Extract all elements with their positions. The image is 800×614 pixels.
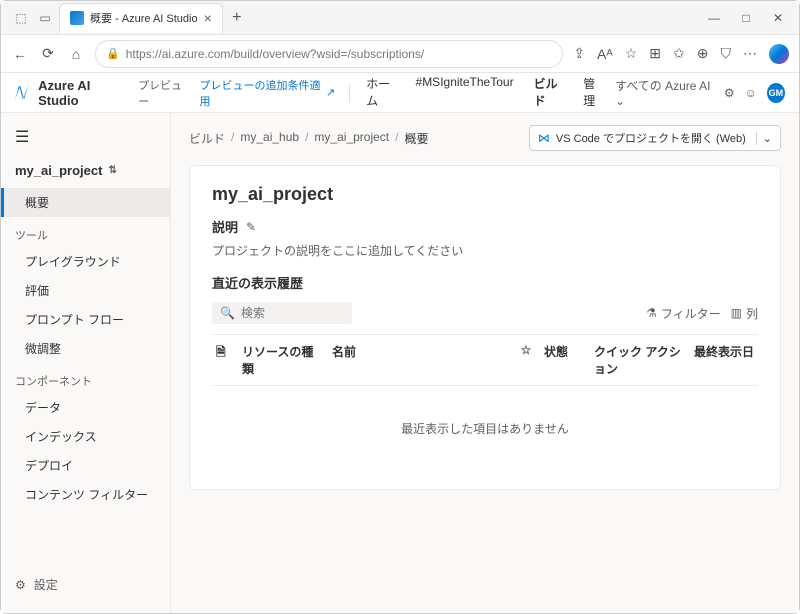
description-placeholder: プロジェクトの説明をここに追加してください	[212, 242, 758, 259]
col-star-icon[interactable]: ☆	[518, 343, 534, 377]
crumb-project[interactable]: my_ai_project	[314, 130, 389, 147]
tab-title: 概要 - Azure AI Studio	[90, 10, 198, 26]
sidebar-item-playground[interactable]: プレイグラウンド	[1, 247, 170, 276]
search-icon: 🔍	[220, 306, 235, 320]
preview-terms-link[interactable]: プレビューの追加条件適用 ↗	[199, 77, 335, 109]
gear-icon: ⚙	[15, 578, 26, 592]
app-title: Azure AI Studio	[38, 78, 128, 108]
breadcrumb: ビルド / my_ai_hub / my_ai_project / 概要	[189, 130, 428, 147]
url-bar[interactable]: 🔒	[95, 40, 563, 68]
refresh-button[interactable]: ⟳	[39, 45, 57, 62]
sidebar-item-data[interactable]: データ	[1, 393, 170, 422]
description-label: 説明	[212, 217, 238, 236]
tabs-icon[interactable]: ▭	[37, 10, 53, 26]
vscode-button-label: VS Code でプロジェクトを開く (Web)	[556, 130, 746, 146]
preview-terms-label: プレビューの追加条件適用	[199, 77, 322, 109]
maximize-button[interactable]: □	[739, 11, 753, 25]
crumb-overview: 概要	[404, 130, 428, 147]
vscode-icon: ⋈	[538, 131, 550, 145]
recent-history-label: 直近の表示履歴	[212, 273, 758, 292]
settings-gear-icon[interactable]: ⚙	[724, 86, 735, 100]
tab-favicon-icon	[70, 11, 84, 25]
project-name-label: my_ai_project	[15, 163, 102, 178]
page-title: my_ai_project	[212, 184, 758, 205]
sidebar: ☰ my_ai_project ⇅ 概要 ツール プレイグラウンド 評価 プロン…	[1, 113, 171, 613]
more-icon[interactable]: ⋯	[743, 45, 757, 62]
collections-icon[interactable]: ⊕	[697, 45, 709, 62]
sidebar-settings[interactable]: ⚙ 設定	[1, 566, 170, 603]
workspace-icon[interactable]: ⬚	[13, 10, 29, 26]
sidebar-section-tools: ツール	[1, 217, 170, 247]
sidebar-item-deploy[interactable]: デプロイ	[1, 451, 170, 480]
col-state[interactable]: 状態	[544, 343, 584, 377]
chevron-down-icon[interactable]: ⌄	[756, 132, 772, 145]
breadcrumb-sep: /	[395, 130, 398, 147]
sidebar-item-contentfilter[interactable]: コンテンツ フィルター	[1, 480, 170, 509]
col-quick-action[interactable]: クイック アクション	[594, 343, 684, 377]
external-link-icon: ↗	[326, 86, 335, 99]
file-icon: 🗎	[216, 343, 232, 377]
content-area: ビルド / my_ai_hub / my_ai_project / 概要 ⋈ V…	[171, 113, 799, 613]
star-icon[interactable]: ☆	[625, 45, 638, 62]
columns-button[interactable]: ▥ 列	[731, 305, 758, 322]
browser-titlebar: ⬚ ▭ 概要 - Azure AI Studio × + — □ ✕	[1, 1, 799, 35]
columns-icon: ▥	[731, 306, 742, 320]
crumb-hub[interactable]: my_ai_hub	[240, 130, 299, 147]
browser-shield-icon[interactable]: ⛉	[721, 45, 732, 62]
read-aloud-icon[interactable]: Aᴬ	[597, 46, 613, 62]
url-input[interactable]	[126, 47, 553, 61]
workspace-selector[interactable]: すべての Azure AI ⌄	[615, 77, 714, 108]
workspace-label: すべての Azure AI	[615, 79, 710, 93]
back-button[interactable]: ←	[11, 46, 29, 62]
col-type[interactable]: リソースの種類	[242, 343, 322, 377]
col-last-shown[interactable]: 最終表示日	[694, 343, 754, 377]
filter-label: フィルター	[661, 305, 721, 322]
sidebar-item-indexes[interactable]: インデックス	[1, 422, 170, 451]
preview-badge: プレビュー	[138, 77, 189, 109]
sidebar-item-promptflow[interactable]: プロンプト フロー	[1, 305, 170, 334]
hamburger-icon[interactable]: ☰	[15, 127, 29, 147]
sidebar-project-name[interactable]: my_ai_project ⇅	[1, 157, 170, 188]
open-in-vscode-button[interactable]: ⋈ VS Code でプロジェクトを開く (Web) ⌄	[529, 125, 781, 151]
edit-icon[interactable]: ✎	[246, 220, 256, 234]
table-header: 🗎 リソースの種類 名前 ☆ 状態 クイック アクション 最終表示日	[212, 334, 758, 386]
main-layout: ☰ my_ai_project ⇅ 概要 ツール プレイグラウンド 評価 プロン…	[1, 113, 799, 613]
sidebar-section-components: コンポーネント	[1, 363, 170, 393]
new-tab-button[interactable]: +	[223, 9, 251, 27]
overview-card: my_ai_project 説明 ✎ プロジェクトの説明をここに追加してください…	[189, 165, 781, 490]
table-toolbar: 🔍 ⚗ フィルター ▥ 列	[212, 302, 758, 324]
columns-label: 列	[746, 305, 758, 322]
close-window-button[interactable]: ✕	[771, 11, 785, 25]
browser-tab[interactable]: 概要 - Azure AI Studio ×	[59, 3, 223, 33]
sidebar-item-evaluation[interactable]: 評価	[1, 276, 170, 305]
sidebar-item-finetune[interactable]: 微調整	[1, 334, 170, 363]
search-box[interactable]: 🔍	[212, 302, 352, 324]
filter-icon: ⚗	[646, 306, 657, 320]
copilot-icon[interactable]	[769, 44, 789, 64]
search-input[interactable]	[241, 306, 344, 320]
sort-icon: ⇅	[108, 165, 116, 176]
crumb-build[interactable]: ビルド	[189, 130, 225, 147]
col-name[interactable]: 名前	[332, 343, 508, 377]
breadcrumb-sep: /	[231, 130, 234, 147]
empty-state: 最近表示した項目はありません	[212, 386, 758, 471]
feedback-icon[interactable]: ☺	[745, 86, 757, 100]
app-header: Azure AI Studio プレビュー プレビューの追加条件適用 ↗ ホーム…	[1, 73, 799, 113]
breadcrumb-sep: /	[305, 130, 308, 147]
sidebar-item-overview[interactable]: 概要	[1, 188, 170, 217]
sidebar-settings-label: 設定	[34, 576, 58, 593]
divider	[349, 84, 350, 102]
avatar[interactable]: GM	[767, 83, 785, 103]
favorites-icon[interactable]: ✩	[673, 45, 685, 62]
upload-icon[interactable]: ⇪	[573, 45, 585, 62]
extensions-icon[interactable]: ⊞	[649, 45, 661, 62]
chevron-down-icon: ⌄	[615, 94, 625, 108]
lock-icon: 🔒	[106, 47, 120, 60]
tab-close-icon[interactable]: ×	[204, 10, 212, 26]
filter-button[interactable]: ⚗ フィルター	[646, 305, 721, 322]
home-button[interactable]: ⌂	[67, 46, 85, 62]
minimize-button[interactable]: —	[707, 11, 721, 25]
azure-logo-icon	[15, 86, 28, 100]
